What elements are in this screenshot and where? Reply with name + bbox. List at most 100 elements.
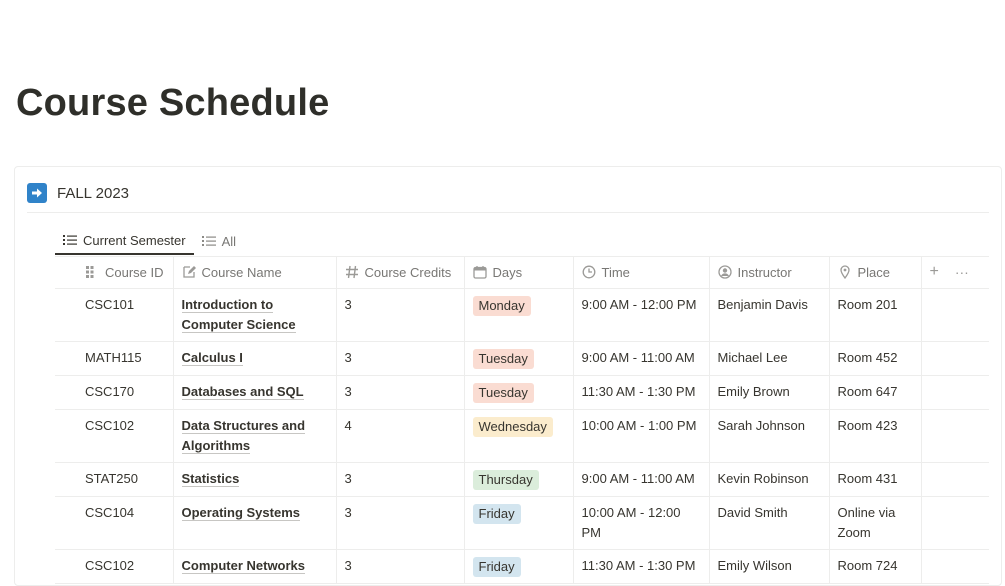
credits-cell[interactable]: 3 xyxy=(336,288,465,342)
column-header-course-id[interactable]: Course ID xyxy=(55,257,174,289)
place-text: Room 201 xyxy=(837,296,898,312)
table-row[interactable]: MATH115 Calculus I 3 Tuesday 9:00 AM - 1… xyxy=(55,341,989,376)
table-row[interactable]: CSC170 Databases and SQL 3 Tuesday 11:30… xyxy=(55,375,989,410)
column-header-course-name[interactable]: Course Name xyxy=(173,257,337,289)
column-label: Instructor xyxy=(737,264,792,280)
credits-cell[interactable]: 3 xyxy=(336,375,465,410)
column-label: Course Name xyxy=(201,264,282,280)
course-name-text: Computer Networks xyxy=(181,557,306,574)
database-view: FALL 2023 Current Semester All Course ID xyxy=(14,166,1002,586)
time-cell[interactable]: 10:00 AM - 1:00 PM xyxy=(573,409,710,463)
pin-icon xyxy=(839,265,850,280)
empty-cell xyxy=(921,462,989,497)
clock-icon xyxy=(582,265,595,279)
credits-cell[interactable]: 3 xyxy=(336,341,465,376)
time-cell[interactable]: 11:30 AM - 1:30 PM xyxy=(573,549,710,584)
place-cell[interactable]: Room 647 xyxy=(829,375,922,410)
person-icon xyxy=(717,265,732,279)
days-cell[interactable]: Wednesday xyxy=(464,409,574,463)
table-row[interactable]: CSC102 Computer Networks 3 Friday 11:30 … xyxy=(55,549,989,584)
tab-label: Current Semester xyxy=(83,232,186,248)
course-id-cell[interactable]: MATH115 xyxy=(55,341,174,376)
add-column-button[interactable]: + xyxy=(930,263,939,281)
course-id-cell[interactable]: CSC102 xyxy=(55,549,174,584)
course-name-text: Calculus I xyxy=(181,349,243,366)
time-cell[interactable]: 11:30 AM - 1:30 PM xyxy=(573,375,710,410)
credits-cell[interactable]: 3 xyxy=(336,496,465,550)
place-cell[interactable]: Room 724 xyxy=(829,549,922,584)
arrow-right-icon xyxy=(27,183,47,203)
calendar-icon xyxy=(472,266,487,279)
column-label: Place xyxy=(857,264,891,280)
place-cell[interactable]: Online via Zoom xyxy=(829,496,922,550)
days-cell[interactable]: Friday xyxy=(464,549,574,584)
table-header-row: Course ID Course Name Course Credits Day… xyxy=(55,257,989,289)
time-cell[interactable]: 10:00 AM - 12:00 PM xyxy=(573,496,710,550)
instructor-cell[interactable]: Kevin Robinson xyxy=(709,462,830,497)
days-cell[interactable]: Tuesday xyxy=(464,341,574,376)
instructor-cell[interactable]: Benjamin Davis xyxy=(709,288,830,342)
list-icon xyxy=(201,236,216,246)
tab-current-semester[interactable]: Current Semester xyxy=(55,227,194,255)
table-row[interactable]: CSC102 Data Structures and Algorithms 4 W… xyxy=(55,409,989,463)
tab-all[interactable]: All xyxy=(194,227,244,255)
course-name-text: Databases and SQL xyxy=(181,383,304,400)
days-cell[interactable]: Friday xyxy=(464,496,574,550)
day-tag: Friday xyxy=(472,503,521,524)
day-tag: Tuesday xyxy=(472,382,534,403)
days-cell[interactable]: Monday xyxy=(464,288,574,342)
column-actions: + ··· xyxy=(921,257,989,289)
course-name-cell[interactable]: Calculus I xyxy=(173,341,337,376)
instructor-cell[interactable]: David Smith xyxy=(709,496,830,550)
instructor-cell[interactable]: Michael Lee xyxy=(709,341,830,376)
empty-cell xyxy=(921,409,989,463)
place-cell[interactable]: Room 452 xyxy=(829,341,922,376)
place-cell[interactable]: Room 423 xyxy=(829,409,922,463)
database-header: FALL 2023 xyxy=(27,183,129,203)
course-name-text: Introduction to xyxy=(181,296,274,313)
day-tag: Wednesday xyxy=(472,416,553,437)
time-cell[interactable]: 9:00 AM - 12:00 PM xyxy=(573,288,710,342)
grid-icon xyxy=(86,266,94,279)
time-cell[interactable]: 9:00 AM - 11:00 AM xyxy=(573,462,710,497)
course-name-cell[interactable]: Databases and SQL xyxy=(173,375,337,410)
column-header-course-credits[interactable]: Course Credits xyxy=(336,257,465,289)
course-id-cell[interactable]: CSC170 xyxy=(55,375,174,410)
course-table: Course ID Course Name Course Credits Day… xyxy=(55,257,989,584)
column-header-instructor[interactable]: Instructor xyxy=(709,257,830,289)
course-name-cell[interactable]: Statistics xyxy=(173,462,337,497)
empty-cell xyxy=(921,288,989,342)
place-text: Room 431 xyxy=(837,470,898,486)
instructor-cell[interactable]: Emily Wilson xyxy=(709,549,830,584)
more-options-button[interactable]: ··· xyxy=(955,264,969,280)
time-cell[interactable]: 9:00 AM - 11:00 AM xyxy=(573,341,710,376)
tab-label: All xyxy=(221,233,237,249)
column-header-days[interactable]: Days xyxy=(464,257,574,289)
course-name-cell[interactable]: Computer Networks xyxy=(173,549,337,584)
place-cell[interactable]: Room 431 xyxy=(829,462,922,497)
course-name-cell[interactable]: Data Structures and Algorithms xyxy=(173,409,337,463)
credits-cell[interactable]: 4 xyxy=(336,409,465,463)
course-id-cell[interactable]: CSC102 xyxy=(55,409,174,463)
database-title[interactable]: FALL 2023 xyxy=(57,185,129,202)
column-label: Time xyxy=(601,264,630,280)
instructor-cell[interactable]: Emily Brown xyxy=(709,375,830,410)
course-id-cell[interactable]: STAT250 xyxy=(55,462,174,497)
course-name-text: Operating Systems xyxy=(181,504,300,521)
days-cell[interactable]: Thursday xyxy=(464,462,574,497)
instructor-cell[interactable]: Sarah Johnson xyxy=(709,409,830,463)
place-cell[interactable]: Room 201 xyxy=(829,288,922,342)
course-name-cell[interactable]: Operating Systems xyxy=(173,496,337,550)
column-header-place[interactable]: Place xyxy=(829,257,922,289)
credits-cell[interactable]: 3 xyxy=(336,462,465,497)
course-id-cell[interactable]: CSC104 xyxy=(55,496,174,550)
days-cell[interactable]: Tuesday xyxy=(464,375,574,410)
table-row[interactable]: CSC104 Operating Systems 3 Friday 10:00 … xyxy=(55,496,989,550)
day-tag: Friday xyxy=(472,556,521,577)
table-row[interactable]: CSC101 Introduction to Computer Science 3… xyxy=(55,288,989,342)
course-name-cell[interactable]: Introduction to Computer Science xyxy=(173,288,337,342)
course-id-cell[interactable]: CSC101 xyxy=(55,288,174,342)
credits-cell[interactable]: 3 xyxy=(336,549,465,584)
column-header-time[interactable]: Time xyxy=(573,257,710,289)
table-row[interactable]: STAT250 Statistics 3 Thursday 9:00 AM - … xyxy=(55,462,989,497)
